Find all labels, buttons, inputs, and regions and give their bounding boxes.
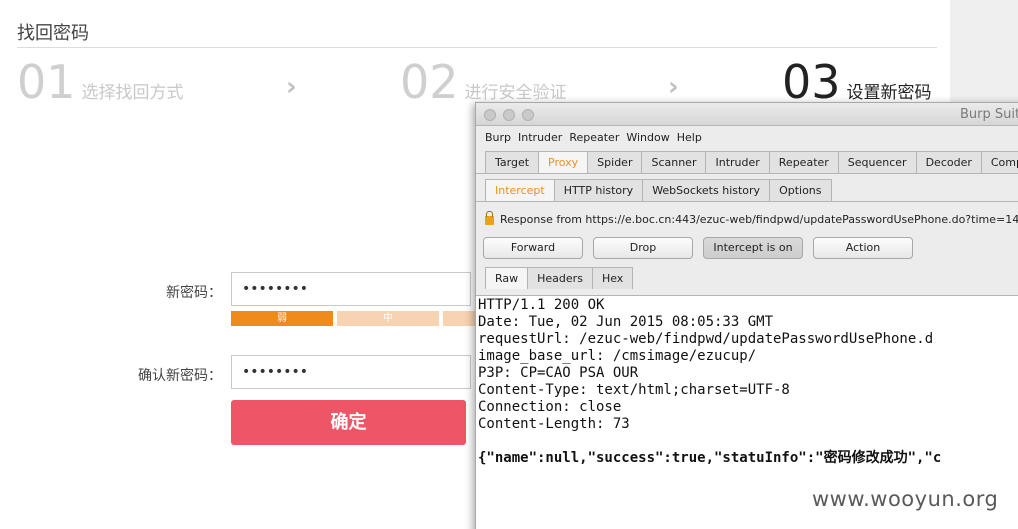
- step-arrow-icon: ›: [286, 72, 297, 102]
- tab-sequencer[interactable]: Sequencer: [837, 151, 917, 173]
- response-line: Content-Type: text/html;charset=UTF-8: [478, 382, 790, 398]
- view-tab-bar: Raw Headers Hex: [476, 267, 1018, 289]
- main-tab-bar: Target Proxy Spider Scanner Intruder Rep…: [476, 151, 1018, 173]
- response-line: Content-Length: 73: [478, 416, 630, 432]
- strength-medium-bar: 中: [337, 311, 439, 326]
- tab-intruder[interactable]: Intruder: [705, 151, 770, 173]
- proxy-panel: Intercept HTTP history WebSockets histor…: [476, 173, 1018, 289]
- action-button[interactable]: Action: [813, 237, 913, 259]
- menu-burp[interactable]: Burp: [485, 131, 511, 144]
- intercept-panel: Response from https://e.boc.cn:443/ezuc-…: [476, 201, 1018, 289]
- tab-scanner[interactable]: Scanner: [641, 151, 707, 173]
- response-line: requestUrl: /ezuc-web/findpwd/updatePass…: [478, 331, 934, 347]
- step-2: 02 进行安全验证: [400, 56, 567, 108]
- new-password-field[interactable]: ••••••••: [231, 272, 471, 306]
- tab-intercept[interactable]: Intercept: [485, 179, 555, 201]
- step-3-number: 03: [782, 55, 841, 109]
- menu-repeater[interactable]: Repeater: [569, 131, 619, 144]
- close-window-icon[interactable]: [484, 109, 496, 121]
- tab-decoder[interactable]: Decoder: [915, 151, 982, 173]
- zoom-window-icon[interactable]: [522, 109, 534, 121]
- step-3: 03 设置新密码: [782, 56, 932, 108]
- tab-spider[interactable]: Spider: [587, 151, 643, 173]
- tab-websockets-history[interactable]: WebSockets history: [642, 179, 771, 201]
- step-1-number: 01: [17, 55, 76, 109]
- title-divider: [17, 47, 937, 48]
- step-2-number: 02: [400, 55, 459, 109]
- forward-button[interactable]: Forward: [483, 237, 583, 259]
- window-titlebar[interactable]: Burp Suite: [476, 103, 1018, 126]
- intercept-button-row: Forward Drop Intercept is on Action: [476, 233, 1018, 263]
- intercept-info: Response from https://e.boc.cn:443/ezuc-…: [476, 205, 1018, 233]
- drop-button[interactable]: Drop: [593, 237, 693, 259]
- new-password-label: 新密码：: [166, 285, 222, 301]
- response-line: P3P: CP=CAO PSA OUR: [478, 365, 639, 381]
- watermark: www.wooyun.org: [812, 487, 999, 511]
- burp-suite-window: Burp Suite Burp Intruder Repeater Window…: [475, 102, 1018, 529]
- menu-help[interactable]: Help: [677, 131, 702, 144]
- step-3-label: 设置新密码: [846, 83, 932, 103]
- tab-raw[interactable]: Raw: [485, 267, 529, 289]
- tab-target[interactable]: Target: [485, 151, 540, 173]
- tab-http-history[interactable]: HTTP history: [553, 179, 644, 201]
- response-line: Connection: close: [478, 399, 622, 415]
- tab-hex[interactable]: Hex: [591, 267, 634, 289]
- tab-comparer[interactable]: Comp: [980, 151, 1018, 173]
- confirm-password-field[interactable]: ••••••••: [231, 355, 471, 389]
- step-arrow-icon: ›: [668, 72, 679, 102]
- menu-bar: Burp Intruder Repeater Window Help: [476, 126, 1018, 148]
- step-2-label: 进行安全验证: [464, 83, 567, 103]
- window-title: Burp Suite: [960, 107, 1018, 122]
- tab-proxy[interactable]: Proxy: [538, 151, 589, 173]
- strength-weak-bar: 弱: [231, 311, 333, 326]
- tab-options[interactable]: Options: [769, 179, 832, 201]
- proxy-sub-tab-bar: Intercept HTTP history WebSockets histor…: [476, 179, 1018, 201]
- menu-intruder[interactable]: Intruder: [518, 131, 562, 144]
- intercept-info-text: Response from https://e.boc.cn:443/ezuc-…: [500, 212, 1018, 226]
- strength-strong-bar: [443, 311, 475, 326]
- intercept-toggle-button[interactable]: Intercept is on: [703, 237, 803, 259]
- response-line: image_base_url: /cmsimage/ezucup/: [478, 348, 757, 364]
- response-body: {"name":null,"success":true,"statuInfo":…: [478, 450, 942, 466]
- minimize-window-icon[interactable]: [503, 109, 515, 121]
- tab-headers[interactable]: Headers: [527, 267, 593, 289]
- response-line: Date: Tue, 02 Jun 2015 08:05:33 GMT: [478, 314, 774, 330]
- page-title: 找回密码: [17, 23, 89, 44]
- confirm-password-label: 确认新密码：: [138, 368, 222, 384]
- step-1: 01 选择找回方式: [17, 56, 184, 108]
- tab-repeater[interactable]: Repeater: [768, 151, 839, 173]
- lock-icon: [485, 210, 494, 225]
- response-line: HTTP/1.1 200 OK: [478, 297, 605, 313]
- step-1-label: 选择找回方式: [81, 83, 184, 103]
- confirm-submit-button[interactable]: 确定: [231, 400, 466, 445]
- menu-window[interactable]: Window: [626, 131, 669, 144]
